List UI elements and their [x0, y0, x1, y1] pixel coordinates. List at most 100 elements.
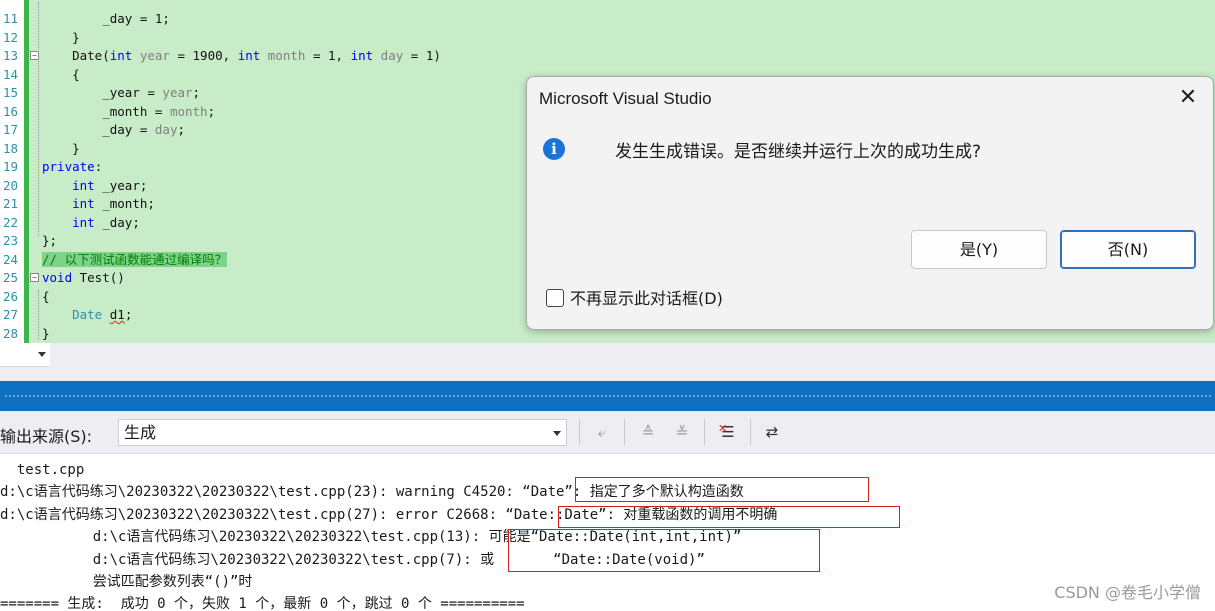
yes-button[interactable]: 是(Y)	[911, 230, 1047, 269]
code-text: };	[42, 232, 57, 250]
code-token: = 1)	[403, 48, 441, 63]
code-token: Date(	[42, 48, 110, 63]
code-token: }	[42, 325, 50, 341]
line-number: 14	[2, 66, 18, 82]
checkbox-box[interactable]	[546, 289, 564, 307]
code-line: 11 _day = 1;	[0, 10, 1215, 28]
chevron-down-icon	[38, 352, 46, 357]
close-icon[interactable]: ✕	[1173, 85, 1203, 111]
code-token: month	[260, 48, 306, 63]
code-token: day	[154, 122, 178, 137]
info-icon: i	[543, 138, 565, 160]
dont-show-label: 不再显示此对话框(D)	[570, 289, 723, 308]
code-text: _day = day;	[42, 121, 185, 139]
code-token: int	[109, 48, 133, 63]
code-text: int _month;	[42, 195, 155, 213]
indent-guide	[38, 290, 39, 340]
code-text: }	[42, 140, 80, 158]
line-number: 16	[2, 103, 18, 119]
output-window[interactable]: test.cpp d:\c语言代码练习\20230322\20230322\te…	[0, 455, 1215, 611]
navigation-dropdown[interactable]	[0, 343, 50, 367]
indent-guide	[38, 2, 39, 236]
word-wrap-icon[interactable]: ⇄	[760, 421, 784, 443]
line-number: 18	[2, 140, 18, 156]
line-number: 11	[2, 11, 18, 26]
line-number: 22	[2, 214, 18, 230]
code-token: // 以下测试函数能通过编译吗？	[42, 251, 228, 267]
code-text: _month = month;	[42, 103, 215, 121]
code-token: _year =	[42, 85, 163, 100]
highlight-box-candidates	[508, 529, 820, 572]
line-number: 23	[2, 233, 18, 248]
code-token: int	[237, 48, 261, 63]
output-source-select[interactable]: 生成	[118, 419, 567, 446]
code-token: day	[373, 48, 404, 63]
dont-show-checkbox[interactable]: 不再显示此对话框(D)	[546, 285, 723, 309]
output-toolbar: 输出来源(S): 生成 ⤶ ≙ ≚ ✕ ☰ ⇄	[0, 411, 1215, 454]
no-button[interactable]: 否(N)	[1060, 230, 1196, 269]
code-token: _month;	[94, 196, 155, 211]
code-token: int	[72, 196, 95, 211]
line-number: 13	[2, 48, 18, 63]
output-panel-title-bar[interactable]	[0, 381, 1215, 411]
code-text: }	[42, 325, 50, 343]
dialog-title: Microsoft Visual Studio	[539, 89, 712, 108]
code-text: Date d1;	[42, 306, 132, 324]
code-line: 13− Date(int year = 1900, int month = 1,…	[0, 47, 1215, 65]
code-token: {	[42, 66, 80, 82]
clear-all-icon[interactable]: ✕ ☰	[716, 421, 740, 443]
code-token: int	[350, 48, 374, 63]
code-token: = 1,	[305, 48, 351, 63]
code-text: {	[42, 66, 80, 84]
code-token: year	[162, 85, 193, 100]
line-number: 20	[2, 177, 18, 193]
code-token: :	[94, 159, 103, 174]
line-number: 28	[2, 325, 18, 341]
line-number: 17	[2, 122, 18, 137]
highlight-box-error	[558, 506, 900, 528]
output-source-value: 生成	[124, 423, 157, 442]
code-token: int	[72, 214, 95, 230]
line-number: 19	[2, 159, 18, 174]
toolbar-separator	[579, 419, 580, 445]
code-text: private:	[42, 158, 102, 176]
previous-message-icon[interactable]: ≙	[636, 421, 660, 443]
code-token: int	[72, 177, 95, 193]
code-token: year	[132, 48, 170, 63]
dialog-message: 发生生成错误。是否继续并运行上次的成功生成?	[615, 142, 982, 162]
line-number: 24	[2, 251, 18, 267]
code-text: _day = 1;	[42, 10, 170, 28]
output-source-label: 输出来源(S):	[0, 427, 93, 446]
code-token: }	[42, 140, 80, 156]
collapse-icon[interactable]: −	[30, 273, 39, 282]
code-token: Date	[72, 307, 103, 322]
code-token: }	[42, 29, 80, 45]
code-text: _year = year;	[42, 84, 200, 102]
code-token: ;	[177, 122, 185, 137]
go-to-location-icon[interactable]: ⤶	[590, 421, 614, 443]
code-text: {	[42, 288, 50, 306]
toolbar-separator	[704, 419, 705, 445]
code-token: month	[169, 103, 208, 119]
next-message-icon[interactable]: ≚	[670, 421, 694, 443]
output-line: ======= 生成: 成功 0 个，失败 1 个，最新 0 个，跳过 0 个 …	[0, 596, 525, 611]
line-number: 12	[2, 29, 18, 45]
drag-grip[interactable]	[4, 394, 1212, 398]
code-token: _year;	[94, 177, 148, 193]
output-line: 尝试匹配参数列表“()”时	[0, 574, 253, 590]
line-number: 26	[2, 288, 18, 304]
code-line: 12 }	[0, 29, 1215, 47]
line-number: 25	[2, 270, 18, 285]
code-text: Date(int year = 1900, int month = 1, int…	[42, 47, 441, 65]
code-token: private	[42, 159, 95, 174]
code-token: ;	[192, 85, 201, 100]
code-text: void Test()	[42, 269, 125, 287]
code-token: ;	[207, 103, 216, 119]
code-token: void	[42, 270, 73, 285]
code-token: };	[42, 233, 58, 248]
code-text: // 以下测试函数能通过编译吗？	[42, 251, 228, 269]
highlight-box-warning	[575, 477, 869, 502]
